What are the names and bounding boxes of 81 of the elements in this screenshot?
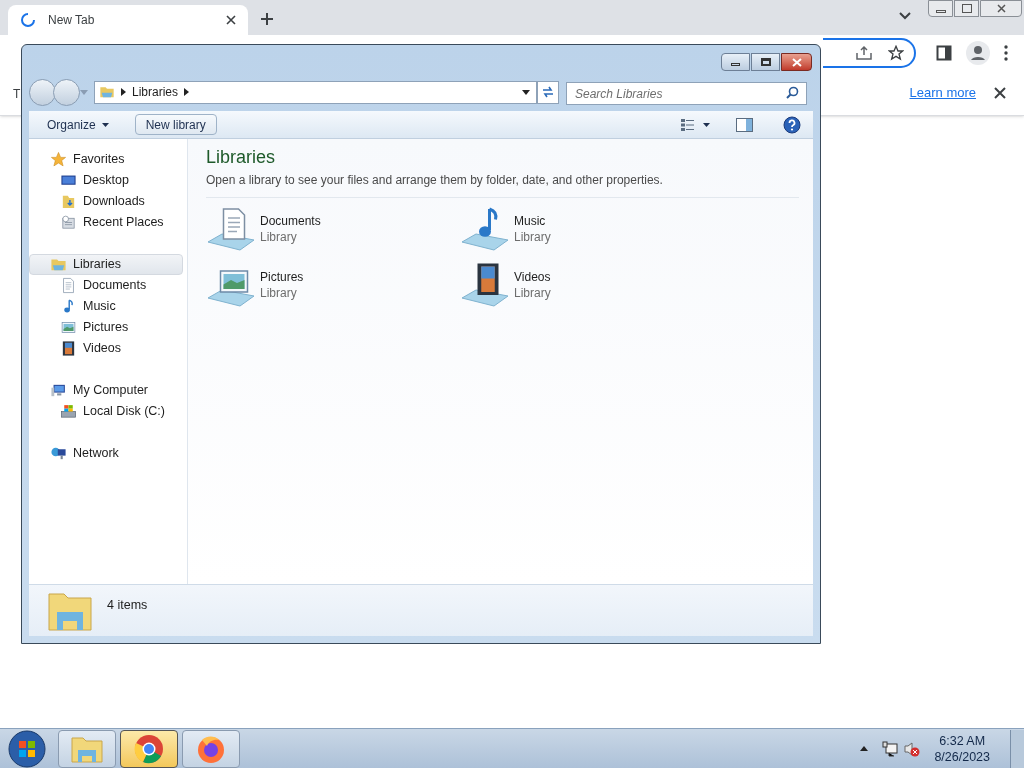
help-icon[interactable] <box>783 115 801 134</box>
nav-item[interactable]: Music <box>29 296 183 317</box>
infobar-text: T <box>13 86 21 101</box>
share-icon[interactable] <box>855 44 873 61</box>
nav-item[interactable]: Recent Places <box>29 212 183 233</box>
nav-item[interactable]: Pictures <box>29 317 183 338</box>
clock-time[interactable]: 6:32 AM <box>939 732 986 749</box>
toolbar-button[interactable]: New library <box>134 114 217 135</box>
recent-places-icon <box>60 214 77 231</box>
nav-item[interactable]: My Computer <box>29 380 183 401</box>
library-name: Music <box>514 213 547 229</box>
taskbar-app-button[interactable] <box>120 729 178 768</box>
star-icon <box>50 151 67 168</box>
chevron-down-icon[interactable] <box>899 12 911 20</box>
content-title: Libraries <box>206 146 277 169</box>
view-options-icon[interactable] <box>680 117 710 132</box>
nav-item[interactable]: Network <box>29 443 183 464</box>
library-item[interactable]: Pictures Library <box>206 260 460 310</box>
refresh-button[interactable] <box>537 80 559 104</box>
address-field[interactable]: Libraries <box>94 80 537 104</box>
show-hidden-icons-icon[interactable] <box>860 746 869 751</box>
close-icon <box>791 57 802 67</box>
library-type: Library <box>514 229 551 245</box>
menu-icon[interactable] <box>1004 44 1008 61</box>
browser-tab[interactable]: New Tab <box>8 5 248 35</box>
picture-frame-icon <box>60 319 77 336</box>
profile-icon[interactable] <box>966 40 990 65</box>
library-type: Library <box>514 285 551 301</box>
start-button[interactable] <box>8 729 46 768</box>
library-folder-icon <box>99 84 115 100</box>
library-item[interactable]: Music Library <box>460 204 714 254</box>
caret-icon <box>101 122 109 127</box>
content-description: Open a library to see your files and arrange them by folder, date, and other properties. <box>206 172 664 189</box>
library-name: Pictures <box>260 269 304 285</box>
dropdown-arrow-icon[interactable] <box>522 89 530 95</box>
breadcrumb-arrow-icon <box>184 88 190 96</box>
search-icon[interactable] <box>786 85 799 99</box>
close-icon[interactable] <box>994 86 1006 99</box>
maximize-button[interactable] <box>751 53 780 71</box>
nav-item[interactable]: Libraries <box>29 254 183 275</box>
minimize-button[interactable] <box>721 53 750 71</box>
nav-item[interactable]: Favorites <box>29 149 183 170</box>
disk-icon <box>60 403 77 420</box>
item-count: 4 items <box>107 597 148 614</box>
minimize-button[interactable] <box>928 0 953 17</box>
document-icon <box>60 277 77 294</box>
library-type: Library <box>260 285 298 301</box>
nav-item[interactable]: Desktop <box>29 170 183 191</box>
clock-date[interactable]: 8/26/2023 <box>934 748 990 765</box>
toolbar-button[interactable]: Organize <box>37 114 119 135</box>
library-item[interactable]: Videos Library <box>460 260 714 310</box>
library-name: Videos <box>514 269 551 285</box>
tab-title: New Tab <box>48 12 96 29</box>
close-icon <box>996 4 1006 13</box>
learn-more-link[interactable]: Learn more <box>909 82 976 103</box>
preview-pane-icon[interactable] <box>736 117 753 132</box>
refresh-icon <box>541 86 555 98</box>
side-panel-icon[interactable] <box>936 44 952 61</box>
star-icon[interactable] <box>888 44 904 61</box>
nav-item[interactable]: Local Disk (C:) <box>29 401 183 422</box>
library-type: Library <box>260 229 298 245</box>
nav-item[interactable]: Downloads <box>29 191 183 212</box>
nav-item[interactable]: Videos <box>29 338 183 359</box>
nav-item[interactable]: Documents <box>29 275 183 296</box>
film-icon <box>60 340 77 357</box>
taskbar-app-button[interactable] <box>182 729 240 768</box>
muted-speaker-icon[interactable] <box>904 740 921 757</box>
computer-icon <box>50 382 67 399</box>
breadcrumb-item[interactable]: Libraries <box>132 83 179 101</box>
breadcrumb-arrow-icon <box>121 88 126 96</box>
chrome-icon <box>134 733 164 764</box>
close-icon[interactable] <box>226 15 236 25</box>
close-button[interactable] <box>781 53 812 71</box>
folder-download-icon <box>60 193 77 210</box>
library-item[interactable]: Documents Library <box>206 204 460 254</box>
address-bar[interactable] <box>823 38 916 68</box>
restore-button[interactable] <box>954 0 979 17</box>
network-status-icon[interactable] <box>882 740 899 757</box>
search-field[interactable]: Search Libraries <box>566 82 807 105</box>
library-name: Documents <box>260 213 321 229</box>
new-tab-icon[interactable] <box>260 12 274 26</box>
